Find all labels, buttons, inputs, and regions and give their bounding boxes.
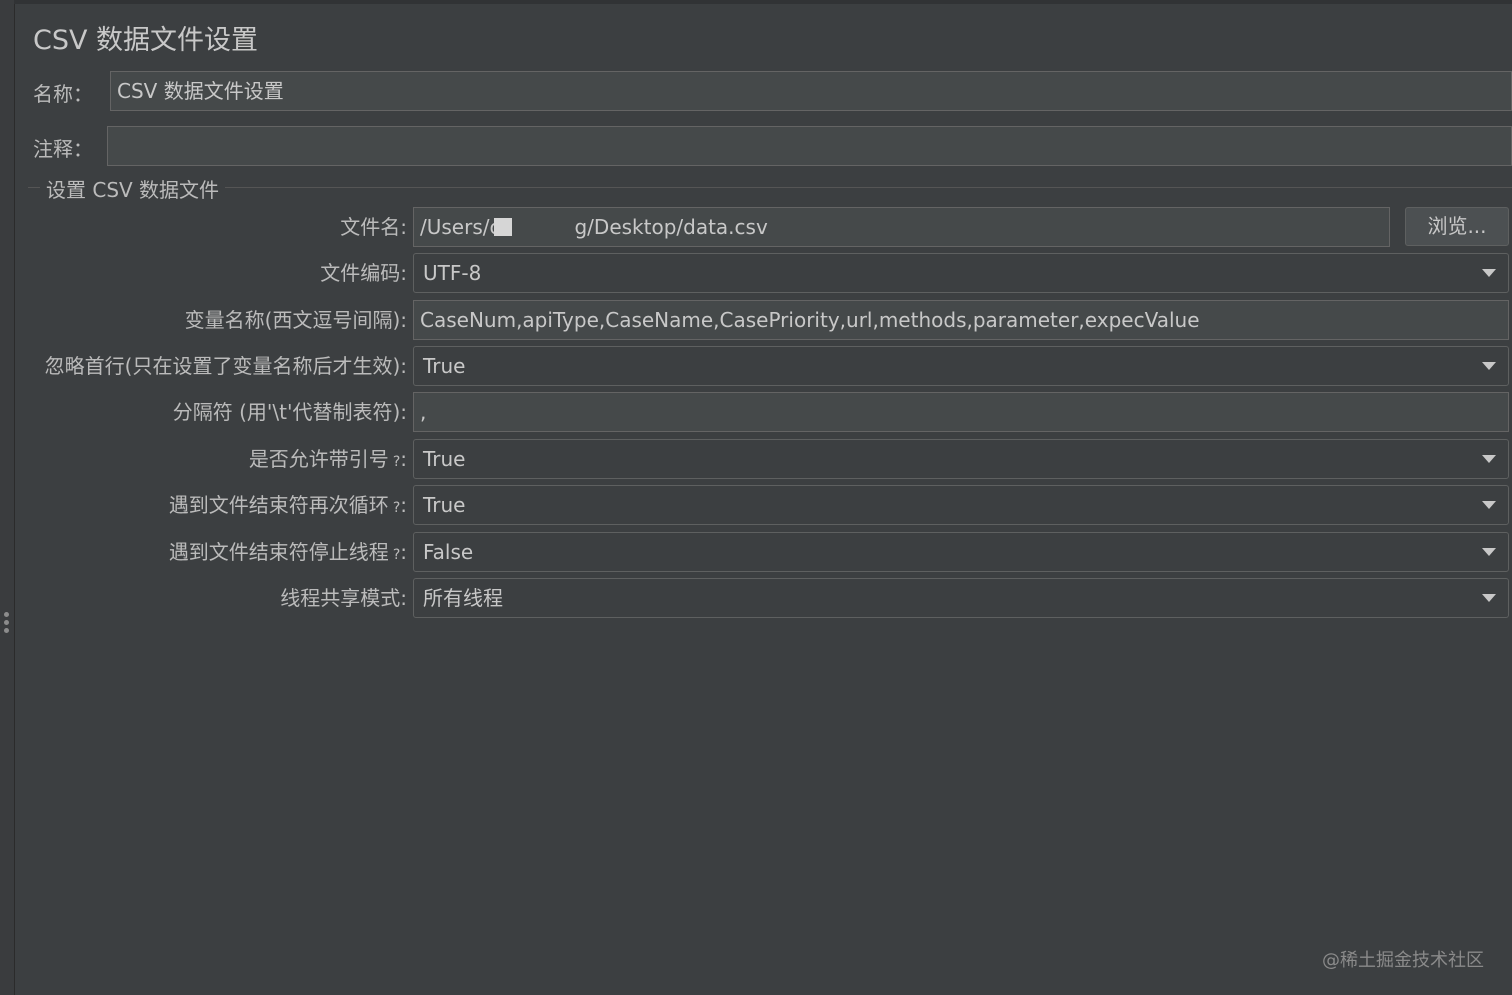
allow-quoted-label: 是否允许带引号?: [249,439,407,479]
stop-thread-eof-select[interactable]: False [413,532,1509,572]
variable-names-input[interactable]: CaseNum,apiType,CaseName,CasePriority,ur… [413,300,1509,340]
panel-title: CSV 数据文件设置 [33,25,259,56]
variable-names-label: 变量名称(西文逗号间隔): [184,308,407,332]
sharing-mode-select[interactable]: 所有线程 [413,578,1509,618]
allow-quoted-label-text: 是否允许带引号 [248,447,389,471]
chevron-down-icon[interactable] [1482,362,1496,370]
label-colon: : [400,540,407,564]
watermark-text: @稀土掘金技术社区 [1322,950,1484,971]
ignore-first-line-select[interactable]: True [413,346,1509,386]
chevron-down-icon[interactable] [1482,501,1496,509]
top-divider [14,0,1512,4]
chevron-down-icon[interactable] [1482,269,1496,277]
ignore-first-line-value: True [423,354,466,378]
delimiter-label: 分隔符 (用'\t'代替制表符): [172,400,407,424]
encoding-label: 文件编码: [320,261,407,285]
left-side-strip [0,0,15,995]
sharing-mode-label: 线程共享模式: [280,586,407,610]
chevron-down-icon[interactable] [1482,455,1496,463]
comment-input[interactable] [107,126,1512,166]
label-colon: : [400,447,407,471]
name-input[interactable]: CSV 数据文件设置 [110,71,1512,111]
label-colon: : [400,493,407,517]
stop-thread-eof-label-text: 遇到文件结束符停止线程 [168,540,389,564]
sharing-mode-value: 所有线程 [423,586,503,610]
delimiter-input[interactable]: , [413,392,1509,432]
recycle-eof-label-text: 遇到文件结束符再次循环 [168,493,389,517]
name-label: 名称： [33,82,93,106]
ignore-first-line-label: 忽略首行(只在设置了变量名称后才生效): [44,354,407,378]
filename-value-suffix: g/Desktop/data.csv [574,215,768,239]
stop-thread-eof-value: False [423,540,474,564]
recycle-eof-value: True [423,493,466,517]
browse-button[interactable]: 浏览... [1405,207,1509,246]
filename-label: 文件名: [340,215,407,239]
group-border [28,187,1512,188]
group-title: 设置 CSV 数据文件 [40,174,226,203]
filename-input[interactable]: /Users/c g/Desktop/data.csv [413,207,1390,247]
allow-quoted-select[interactable]: True [413,439,1509,479]
redacted-block [494,218,513,236]
chevron-down-icon[interactable] [1482,594,1496,602]
recycle-eof-label: 遇到文件结束符再次循环?: [169,485,407,525]
encoding-select[interactable]: UTF-8 [413,253,1509,293]
recycle-eof-select[interactable]: True [413,485,1509,525]
drag-handle-icon[interactable] [4,612,10,638]
chevron-down-icon[interactable] [1482,548,1496,556]
encoding-value: UTF-8 [423,261,482,285]
filename-value-prefix: /Users/c [420,215,501,239]
allow-quoted-value: True [423,447,466,471]
stop-thread-eof-label: 遇到文件结束符停止线程?: [169,532,407,572]
comment-label: 注释： [33,137,93,161]
